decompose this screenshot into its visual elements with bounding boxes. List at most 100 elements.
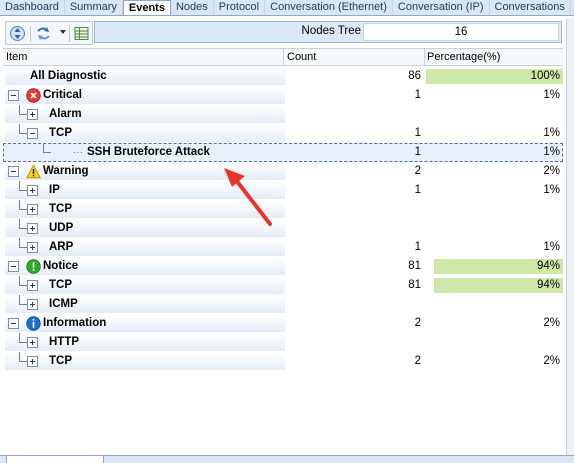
table-row[interactable]: Notice 81 94% (3, 257, 563, 276)
row-label: TCP (49, 127, 72, 139)
grid-header: Item Count Percentage(%) (3, 48, 563, 66)
expand-icon[interactable] (27, 185, 38, 196)
collapse-icon[interactable] (8, 318, 19, 329)
table-row[interactable]: ICMP (3, 295, 563, 314)
row-count: 81 (408, 260, 421, 272)
expand-icon[interactable] (27, 242, 38, 253)
row-percentage: 2% (543, 165, 560, 177)
row-background (5, 334, 285, 351)
column-header-percentage[interactable]: Percentage(%) (427, 51, 500, 63)
row-label: IP (49, 184, 60, 196)
column-header-count[interactable]: Count (287, 51, 316, 63)
tab-events[interactable]: Events (122, 0, 171, 15)
refresh-icon[interactable] (35, 25, 52, 42)
row-percentage: 2% (543, 317, 560, 329)
tab-nodes[interactable]: Nodes (171, 0, 214, 15)
leaf-connector: ··· (73, 147, 83, 158)
toolbar (5, 21, 93, 45)
row-background (5, 220, 285, 237)
table-view-icon[interactable] (73, 25, 90, 42)
table-row[interactable]: Warning 2 2% (3, 162, 563, 181)
row-background (5, 353, 285, 370)
row-label: All Diagnostic (30, 70, 107, 82)
tree-line (19, 190, 27, 191)
expand-icon[interactable] (27, 280, 38, 291)
row-count: 2 (414, 355, 421, 367)
tree-line (19, 114, 27, 115)
table-row[interactable]: ··· SSH Bruteforce Attack 1 1% (3, 143, 563, 162)
expand-icon[interactable] (27, 109, 38, 120)
table-row[interactable]: TCP 81 94% (3, 276, 563, 295)
column-header-item[interactable]: Item (6, 51, 27, 63)
row-label: Critical (43, 89, 82, 101)
row-percentage: 94% (536, 260, 560, 272)
bottom-tab[interactable] (6, 455, 104, 463)
table-row[interactable]: Critical 1 1% (3, 86, 563, 105)
collapse-icon[interactable] (8, 90, 19, 101)
row-label: Warning (43, 165, 89, 177)
row-label: TCP (49, 279, 72, 291)
events-grid: Item Count Percentage(%) All Diagnostic 8… (3, 48, 563, 371)
expand-icon[interactable] (27, 204, 38, 215)
table-row[interactable]: IP 1 1% (3, 181, 563, 200)
row-count: 2 (414, 317, 421, 329)
table-row[interactable]: Information 2 2% (3, 314, 563, 333)
row-percentage-cell (426, 219, 563, 238)
critical-icon (26, 88, 41, 103)
row-count: 86 (408, 70, 421, 82)
tab-conversations[interactable]: Conversations (490, 0, 571, 15)
warning-icon (26, 164, 41, 179)
row-percentage-cell: 2% (426, 314, 563, 333)
dropdown-arrow-icon[interactable] (60, 30, 66, 34)
row-count: 1 (414, 146, 421, 158)
table-row[interactable]: TCP 2 2% (3, 352, 563, 371)
row-percentage-cell: 2% (426, 352, 563, 371)
table-row[interactable]: TCP 1 1% (3, 124, 563, 143)
row-percentage: 2% (543, 355, 560, 367)
table-row[interactable]: All Diagnostic 86 100% (3, 67, 563, 86)
expand-icon[interactable] (27, 299, 38, 310)
row-background (5, 296, 285, 313)
vertical-scrollbar[interactable] (566, 18, 574, 458)
tab-summary[interactable]: Summary (65, 0, 123, 15)
row-percentage-cell: 1% (426, 181, 563, 200)
row-background (5, 182, 285, 199)
expand-collapse-icon[interactable] (9, 25, 26, 42)
row-label: SSH Bruteforce Attack (87, 146, 210, 158)
nodes-tree-label: Nodes Tree (301, 25, 361, 37)
row-percentage-cell: 94% (426, 257, 563, 276)
row-percentage: 100% (530, 70, 560, 82)
tab-protocol[interactable]: Protocol (214, 0, 266, 15)
tab-conversation-ethernet[interactable]: Conversation (Ethernet) (265, 0, 393, 15)
row-label: TCP (49, 355, 72, 367)
row-count: 1 (414, 184, 421, 196)
collapse-icon[interactable] (27, 128, 38, 139)
collapse-icon[interactable] (8, 261, 19, 272)
row-label: Information (43, 317, 107, 329)
table-row[interactable]: HTTP (3, 333, 563, 352)
row-count (285, 295, 424, 314)
row-percentage-cell: 1% (426, 86, 563, 105)
tab-conversation-ip[interactable]: Conversation (IP) (393, 0, 490, 15)
expand-icon[interactable] (27, 337, 38, 348)
row-count: 1 (414, 241, 421, 253)
expand-icon[interactable] (27, 356, 38, 367)
row-count: 81 (408, 279, 421, 291)
tab-bar: Dashboard Summary Events Nodes Protocol Conve… (0, 0, 574, 16)
tree-line (19, 133, 27, 134)
row-count: 2 (414, 165, 421, 177)
row-percentage-cell: 1% (426, 238, 563, 257)
row-percentage: 1% (543, 184, 560, 196)
row-percentage-cell (426, 333, 563, 352)
row-count (285, 105, 424, 124)
row-percentage: 94% (536, 279, 560, 291)
tab-dashboard[interactable]: Dashboard (0, 0, 65, 15)
row-label: TCP (49, 203, 72, 215)
collapse-icon[interactable] (8, 166, 19, 177)
row-percentage-cell (426, 295, 563, 314)
table-row[interactable]: UDP (3, 219, 563, 238)
table-row[interactable]: Alarm (3, 105, 563, 124)
table-row[interactable]: TCP (3, 200, 563, 219)
table-row[interactable]: ARP 1 1% (3, 238, 563, 257)
expand-icon[interactable] (27, 223, 38, 234)
